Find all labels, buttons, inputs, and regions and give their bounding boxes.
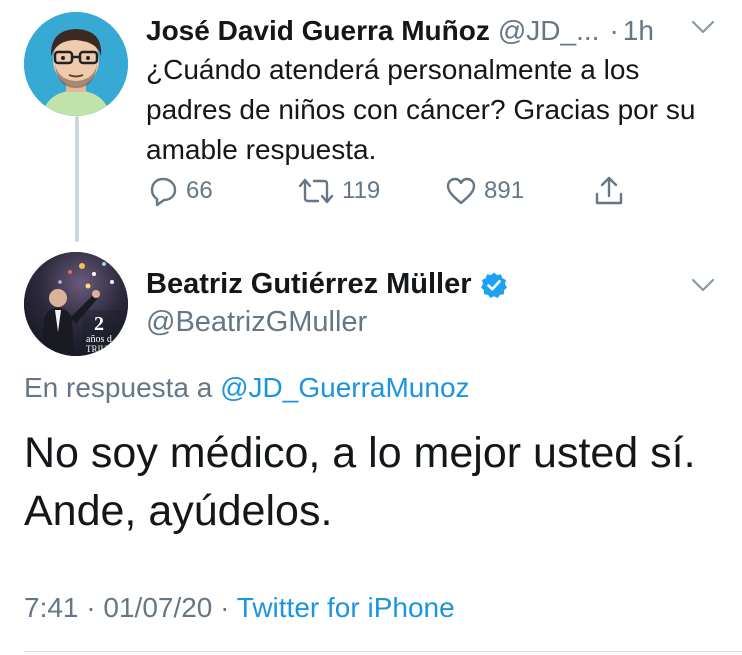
reply-icon (150, 177, 177, 207)
parent-tweet-menu-button[interactable] (690, 14, 716, 40)
profile-photo-icon: 2 años d TRIUN (24, 252, 128, 356)
chevron-down-icon (691, 278, 715, 292)
main-tweet-menu-button[interactable] (690, 272, 716, 298)
cartoon-avatar-icon (24, 12, 128, 116)
parent-tweet-text: ¿Cuándo atenderá personalmente a los pad… (146, 54, 696, 165)
retweet-icon (298, 178, 334, 204)
thread-connector-line (75, 116, 79, 242)
bottom-divider (24, 651, 742, 652)
main-tweet-text: No soy médico, a lo mejor usted sí. Ande… (24, 429, 696, 535)
retweet-button[interactable]: 119 (296, 174, 380, 208)
tweet-time: 7:41 (24, 592, 79, 623)
parent-author-name[interactable]: José David Guerra Muñoz (146, 15, 490, 47)
parent-tweet-header: José David Guerra Muñoz @JD_... · 1h (146, 14, 706, 48)
main-author-handle[interactable]: @BeatrizGMuller (146, 306, 367, 339)
like-count: 891 (484, 177, 525, 204)
share-icon (595, 176, 623, 205)
heart-icon (446, 177, 476, 205)
tweet-meta: 7:41 · 01/07/20 · Twitter for iPhone (24, 592, 455, 624)
like-button[interactable]: 891 (444, 174, 524, 208)
retweet-count: 119 (342, 177, 381, 204)
reply-count: 66 (186, 177, 213, 204)
reply-context: En respuesta a @JD_GuerraMunoz (24, 372, 470, 404)
parent-author-avatar[interactable] (24, 12, 128, 116)
separator-dot: · (609, 15, 619, 46)
main-author-avatar[interactable]: 2 años d TRIUN (24, 252, 128, 356)
reply-prefix-label: En respuesta a (24, 372, 213, 403)
chevron-down-icon (691, 20, 715, 34)
share-button[interactable] (592, 174, 626, 208)
meta-separator: · (220, 592, 230, 623)
main-author-name[interactable]: Beatriz Gutiérrez Müller (146, 268, 472, 301)
verified-badge-icon (480, 272, 507, 298)
reply-target-link[interactable]: @JD_GuerraMunoz (220, 372, 469, 403)
tweet-source-link[interactable]: Twitter for iPhone (237, 592, 455, 623)
avatar-overlay-line2: TRIUN (86, 344, 114, 354)
meta-separator: · (86, 592, 96, 623)
avatar-overlay-number: 2 (94, 313, 104, 335)
parent-author-handle[interactable]: @JD_... (498, 15, 600, 47)
parent-tweet-time[interactable]: 1h (623, 15, 654, 47)
tweet-date: 01/07/20 (103, 592, 213, 623)
reply-button[interactable]: 66 (146, 174, 213, 208)
main-author-name-row: Beatriz Gutiérrez Müller (146, 268, 508, 301)
